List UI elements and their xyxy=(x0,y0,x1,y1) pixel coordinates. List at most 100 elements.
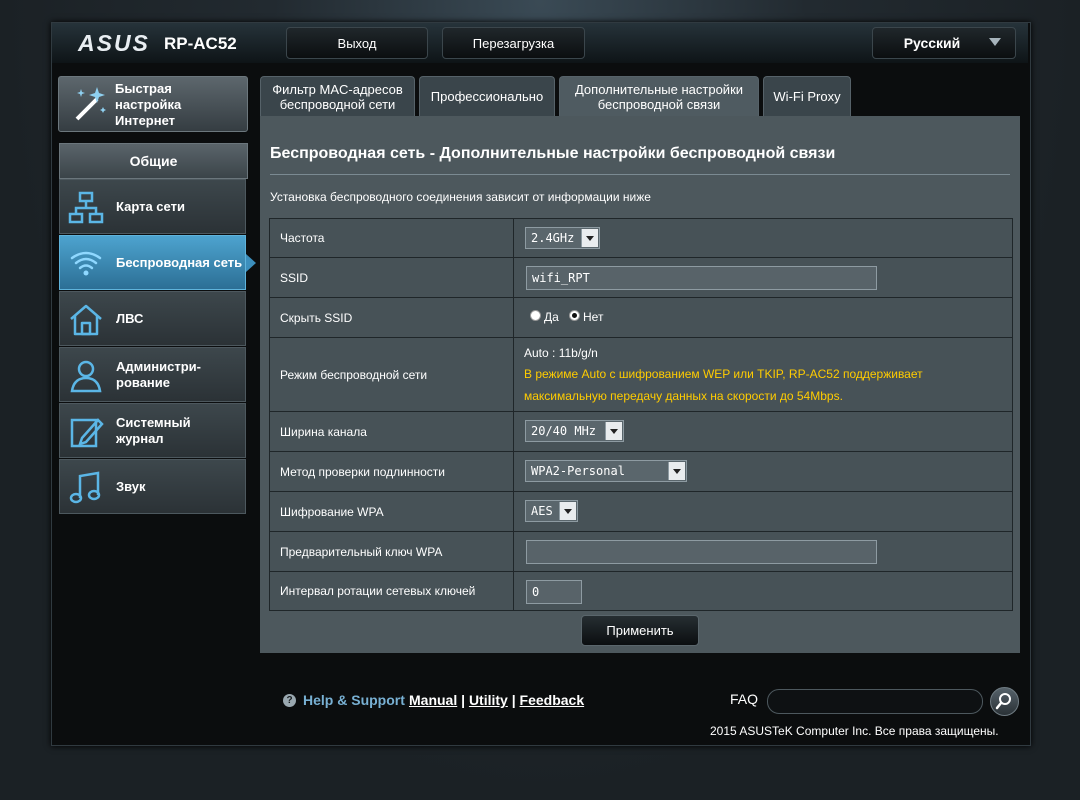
utility-link[interactable]: Utility xyxy=(469,692,508,708)
row-value xyxy=(514,532,1012,571)
sidebar-item-label-line: Администри- xyxy=(116,359,201,374)
row-label: Скрыть SSID xyxy=(270,298,514,337)
faq-label: FAQ xyxy=(730,691,759,707)
row-value: Auto : 11b/g/n В режиме Auto с шифровани… xyxy=(514,338,1012,411)
page-description: Установка беспроводного соединения завис… xyxy=(270,190,651,204)
row-value: AES xyxy=(514,492,1012,531)
footer-links: Manual | Utility | Feedback xyxy=(409,692,584,708)
sidebar-item-label-line: рование xyxy=(116,375,171,390)
help-support-link[interactable]: ? Help & Support xyxy=(283,692,405,708)
manual-link[interactable]: Manual xyxy=(409,692,457,708)
hide-ssid-no-label: Нет xyxy=(583,310,604,324)
link-separator: | xyxy=(461,692,466,708)
sidebar-item-label-line: Системный xyxy=(116,415,191,430)
help-icon: ? xyxy=(283,693,296,707)
sidebar-item-label: Беспроводная сеть xyxy=(116,255,243,270)
row-label: SSID xyxy=(270,258,514,297)
search-icon xyxy=(995,693,1011,710)
hide-ssid-yes-label: Да xyxy=(544,310,559,324)
feedback-link[interactable]: Feedback xyxy=(520,692,585,708)
table-row: Режим беспроводной сети Auto : 11b/g/n В… xyxy=(270,338,1012,412)
row-label: Метод проверки подлинности xyxy=(270,452,514,491)
sidebar-item-label: Карта сети xyxy=(116,199,185,214)
wireless-mode-value: Auto : 11b/g/n xyxy=(524,346,598,360)
tab-label-line: беспроводной сети xyxy=(279,96,396,112)
tab-mac-filter[interactable]: Фильтр MAC-адресов беспроводной сети xyxy=(260,76,415,116)
tab-label-line: Дополнительные настройки xyxy=(574,81,744,97)
user-admin-icon xyxy=(70,360,102,393)
tab-wifi-proxy[interactable]: Wi-Fi Proxy xyxy=(763,76,851,116)
tab-advanced-wireless[interactable]: Дополнительные настройки беспроводной св… xyxy=(559,76,759,116)
row-value: 20/40 MHz xyxy=(514,412,1012,451)
quick-setup-line: Интернет xyxy=(115,113,176,128)
auth-method-select-value: WPA2-Personal xyxy=(531,464,625,478)
row-label: Шифрование WPA xyxy=(270,492,514,531)
tab-label-line: Фильтр MAC-адресов xyxy=(272,81,403,97)
logout-button[interactable]: Выход xyxy=(286,27,428,59)
channel-width-select[interactable]: 20/40 MHz xyxy=(525,420,624,442)
chevron-down-icon xyxy=(559,502,576,520)
sidebar-item-label-line: журнал xyxy=(116,431,164,446)
channel-width-select-value: 20/40 MHz xyxy=(531,424,597,438)
sidebar-item-label: Системный журнал xyxy=(116,415,191,447)
help-support-label: Help & Support xyxy=(303,692,405,708)
wpa-encryption-select[interactable]: AES xyxy=(525,500,578,522)
apply-button[interactable]: Применить xyxy=(581,615,699,646)
quick-internet-setup-button[interactable]: Быстрая настройка Интернет xyxy=(58,76,248,132)
wireless-mode-warning: В режиме Auto с шифрованием WEP или TKIP… xyxy=(524,367,923,381)
sidebar-item-network-map[interactable]: Карта сети xyxy=(59,179,246,234)
reboot-button[interactable]: Перезагрузка xyxy=(442,27,585,59)
quick-setup-line: Быстрая xyxy=(115,81,172,96)
hide-ssid-yes-radio[interactable] xyxy=(530,310,541,321)
row-label: Интервал ротации сетевых ключей xyxy=(270,572,514,610)
wpa-key-input[interactable] xyxy=(526,540,877,564)
tab-label: Wi-Fi Proxy xyxy=(773,89,841,104)
table-row: Предварительный ключ WPA xyxy=(270,532,1012,572)
table-row: SSID wifi_RPT xyxy=(270,258,1012,298)
key-rotation-input[interactable]: 0 xyxy=(526,580,582,604)
sidebar-item-label: Звук xyxy=(116,479,146,494)
frequency-select-value: 2.4GHz xyxy=(531,231,575,245)
wireless-mode-warning: максимальную передачу данных на скорости… xyxy=(524,389,843,403)
row-value: 0 xyxy=(514,572,1012,610)
table-row: Частота 2.4GHz xyxy=(270,219,1012,258)
network-map-icon xyxy=(68,191,104,224)
chevron-down-icon xyxy=(605,422,622,440)
language-select[interactable]: Русский xyxy=(872,27,1016,59)
row-label: Предварительный ключ WPA xyxy=(270,532,514,571)
sidebar-item-lan[interactable]: ЛВС xyxy=(59,291,246,346)
faq-search-input[interactable] xyxy=(767,689,983,714)
row-label: Ширина канала xyxy=(270,412,514,451)
settings-table: Частота 2.4GHz SSID wifi_RPT Скрыть SSID… xyxy=(269,218,1013,611)
row-value: Да Нет xyxy=(514,298,1012,337)
row-value: wifi_RPT xyxy=(514,258,1012,297)
sidebar-item-wireless[interactable]: Беспроводная сеть xyxy=(59,235,246,290)
ssid-input[interactable]: wifi_RPT xyxy=(526,266,877,290)
quick-setup-label: Быстрая настройка Интернет xyxy=(115,81,181,129)
frequency-select[interactable]: 2.4GHz xyxy=(525,227,600,249)
tab-label-line: беспроводной связи xyxy=(597,96,721,112)
sidebar-item-administration[interactable]: Администри- рование xyxy=(59,347,246,402)
row-label: Частота xyxy=(270,219,514,257)
wpa-encryption-select-value: AES xyxy=(531,504,553,518)
sidebar-item-label: ЛВС xyxy=(116,311,144,326)
row-value: WPA2-Personal xyxy=(514,452,1012,491)
auth-method-select[interactable]: WPA2-Personal xyxy=(525,460,687,482)
chevron-down-icon xyxy=(989,38,1001,46)
tab-label: Профессионально xyxy=(430,89,544,104)
sidebar-item-label: Администри- рование xyxy=(116,359,201,391)
chevron-down-icon xyxy=(668,462,685,480)
active-item-pointer xyxy=(246,254,256,272)
divider xyxy=(270,174,1010,175)
sidebar-item-system-log[interactable]: Системный журнал xyxy=(59,403,246,458)
asus-logo: ASUS xyxy=(78,30,150,56)
sidebar-item-sound[interactable]: Звук xyxy=(59,459,246,514)
magic-wand-icon xyxy=(75,87,106,121)
tab-professional[interactable]: Профессионально xyxy=(419,76,555,116)
wifi-icon xyxy=(70,251,102,276)
copyright: 2015 ASUSTeK Computer Inc. Все права защ… xyxy=(710,724,999,738)
link-separator: | xyxy=(511,692,516,708)
quick-setup-line: настройка xyxy=(115,97,182,112)
faq-search-button[interactable] xyxy=(990,687,1019,716)
hide-ssid-no-radio[interactable] xyxy=(569,310,580,321)
